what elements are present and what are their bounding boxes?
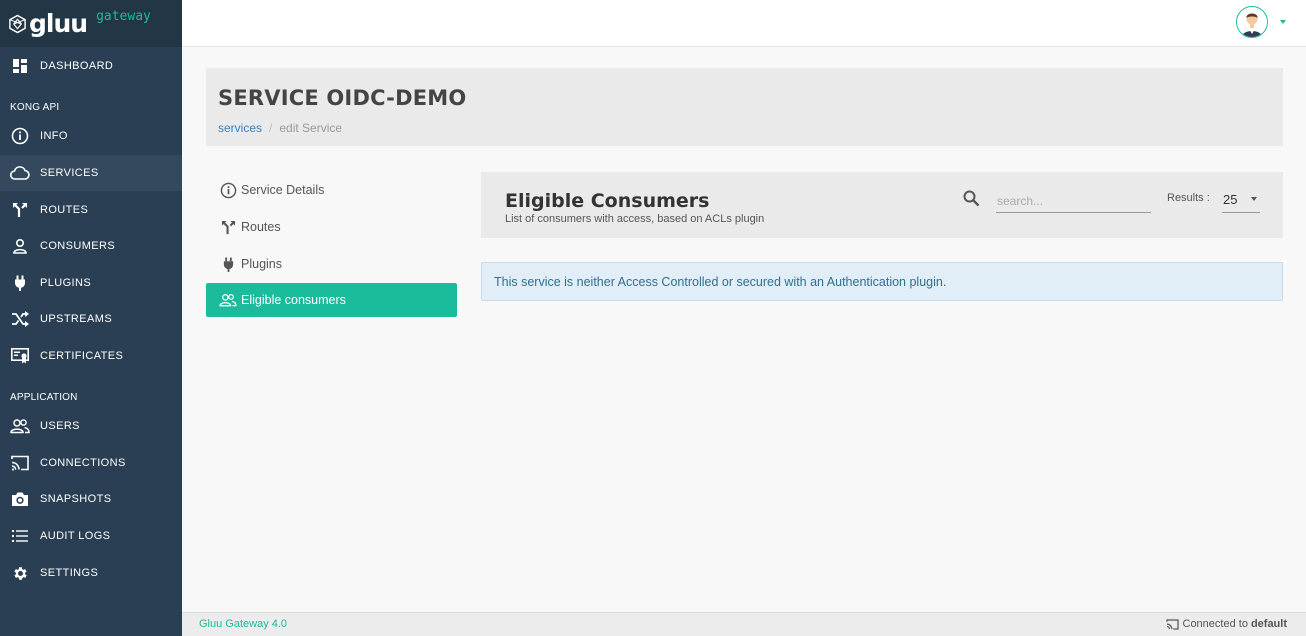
sidebar-item-connections[interactable]: CONNECTIONS <box>0 445 182 481</box>
cloud-icon <box>10 164 30 182</box>
plug-icon <box>10 274 30 292</box>
sidebar-item-plugins[interactable]: PLUGINS <box>0 265 182 301</box>
connection-prefix: Connected to <box>1182 618 1248 630</box>
chevron-down-icon[interactable] <box>1280 20 1286 24</box>
section-label-application: APPLICATION <box>10 392 78 403</box>
gear-icon <box>10 564 30 582</box>
info-circle-icon <box>219 181 237 199</box>
consumers-panel-header: Eligible Consumers List of consumers wit… <box>481 172 1283 238</box>
shuffle-icon <box>10 310 30 328</box>
sidebar-item-services[interactable]: SERVICES <box>0 155 182 191</box>
user-icon <box>10 237 30 255</box>
brand-subtitle: gateway <box>96 9 151 24</box>
sidebar-item-label: UPSTREAMS <box>40 313 113 325</box>
results-value: 25 <box>1223 192 1238 207</box>
page-title: SERVICE OIDC-DEMO <box>218 86 467 110</box>
sidebar-item-label: USERS <box>40 420 80 432</box>
sidebar-item-consumers[interactable]: CONSUMERS <box>0 228 182 264</box>
users-icon <box>10 417 30 435</box>
section-label-kong-api: KONG API <box>10 102 60 113</box>
sidebar-item-label: SNAPSHOTS <box>40 493 112 505</box>
sidebar-item-label: CERTIFICATES <box>40 350 124 362</box>
sidebar-item-label: SETTINGS <box>40 567 99 579</box>
subnav-item-label: Eligible consumers <box>241 293 346 307</box>
list-icon <box>10 527 30 545</box>
footer-version: Gluu Gateway 4.0 <box>199 618 288 630</box>
logo[interactable]: gluu gateway <box>0 0 182 47</box>
camera-icon <box>10 490 30 508</box>
breadcrumb-link-services[interactable]: services <box>218 121 262 135</box>
subnav-item-service-details[interactable]: Service Details <box>206 173 457 207</box>
sidebar-item-snapshots[interactable]: SNAPSHOTS <box>0 481 182 517</box>
chevron-down-icon <box>1251 197 1257 201</box>
footer: Gluu Gateway 4.0 Connected to default <box>182 612 1306 636</box>
sidebar-item-label: ROUTES <box>40 204 89 216</box>
sidebar-item-label: PLUGINS <box>40 277 92 289</box>
sidebar-item-label: SERVICES <box>40 167 99 179</box>
sidebar-item-label: INFO <box>40 130 68 142</box>
brand-name: gluu <box>29 9 88 38</box>
sidebar: gluu gateway DASHBOARD KONG API INFO SER… <box>0 0 182 636</box>
sidebar-item-label: CONNECTIONS <box>40 457 126 469</box>
results-label: Results : <box>1167 192 1210 204</box>
search-icon[interactable] <box>963 190 980 212</box>
sidebar-item-upstreams[interactable]: UPSTREAMS <box>0 301 182 337</box>
subnav-item-eligible-consumers[interactable]: Eligible consumers <box>206 283 457 317</box>
sidebar-item-users[interactable]: USERS <box>0 408 182 444</box>
subnav-item-label: Routes <box>241 220 281 234</box>
cast-icon <box>1165 618 1179 630</box>
sidebar-item-label: DASHBOARD <box>40 60 114 72</box>
subnav-item-label: Plugins <box>241 257 282 271</box>
sidebar-item-info[interactable]: INFO <box>0 118 182 154</box>
certificate-icon <box>10 347 30 365</box>
sidebar-item-settings[interactable]: SETTINGS <box>0 555 182 591</box>
sidebar-item-dashboard[interactable]: DASHBOARD <box>0 48 182 84</box>
search-input[interactable] <box>996 189 1151 213</box>
subnav-item-label: Service Details <box>241 183 325 197</box>
breadcrumb-separator: / <box>269 121 273 135</box>
sidebar-item-label: CONSUMERS <box>40 240 116 252</box>
breadcrumb-current: edit Service <box>279 121 343 135</box>
plug-icon <box>219 255 237 273</box>
avatar[interactable] <box>1236 6 1268 38</box>
info-icon <box>10 127 30 145</box>
connection-status: Connected to default <box>1165 618 1287 630</box>
alert-text: This service is neither Access Controlle… <box>494 274 947 289</box>
results-per-page-select[interactable]: 25 <box>1222 189 1260 213</box>
subnav-item-plugins[interactable]: Plugins <box>206 247 457 281</box>
users-icon <box>219 291 237 309</box>
panel-subtitle: List of consumers with access, based on … <box>505 213 765 225</box>
panel-title: Eligible Consumers <box>505 190 710 212</box>
cast-icon <box>10 454 30 472</box>
info-alert: This service is neither Access Controlle… <box>481 262 1283 301</box>
sidebar-item-certificates[interactable]: CERTIFICATES <box>0 338 182 374</box>
connection-name[interactable]: default <box>1251 618 1287 630</box>
breadcrumb: services / edit Service <box>218 121 342 135</box>
subnav-item-routes[interactable]: Routes <box>206 210 457 244</box>
routes-icon <box>219 218 237 236</box>
sidebar-item-routes[interactable]: ROUTES <box>0 192 182 228</box>
sidebar-item-label: AUDIT LOGS <box>40 530 111 542</box>
gluu-logo-icon <box>8 14 27 34</box>
page-header: SERVICE OIDC-DEMO services / edit Servic… <box>206 68 1283 146</box>
routes-icon <box>10 201 30 219</box>
top-bar <box>182 0 1306 47</box>
sidebar-item-audit-logs[interactable]: AUDIT LOGS <box>0 518 182 554</box>
dashboard-icon <box>10 57 30 75</box>
